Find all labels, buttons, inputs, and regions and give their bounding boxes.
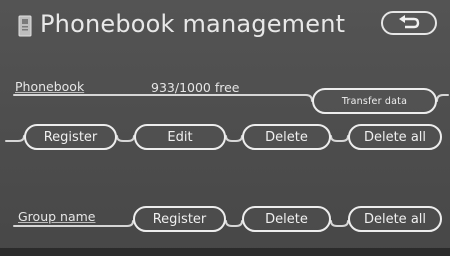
phonebook-delete-all-button[interactable]: Delete all <box>348 124 442 150</box>
group-name-label: Group name <box>18 209 96 224</box>
transfer-data-button[interactable]: Transfer data <box>312 88 437 114</box>
group-register-button[interactable]: Register <box>133 206 226 232</box>
phonebook-delete-button[interactable]: Delete <box>242 124 331 150</box>
return-arrow-icon <box>397 14 421 33</box>
phonebook-count: 933/1000 free <box>151 80 240 95</box>
phonebook-edit-button[interactable]: Edit <box>134 124 226 150</box>
phonebook-management-screen: Phonebook management Phonebook 933/1000 … <box>0 0 450 256</box>
phonebook-register-button[interactable]: Register <box>24 124 117 150</box>
phonebook-label: Phonebook <box>15 79 85 94</box>
group-delete-all-button[interactable]: Delete all <box>348 206 442 232</box>
phonebook-icon <box>18 15 32 37</box>
back-button[interactable] <box>381 11 437 35</box>
group-delete-button[interactable]: Delete <box>242 206 331 232</box>
page-title: Phonebook management <box>40 10 346 38</box>
